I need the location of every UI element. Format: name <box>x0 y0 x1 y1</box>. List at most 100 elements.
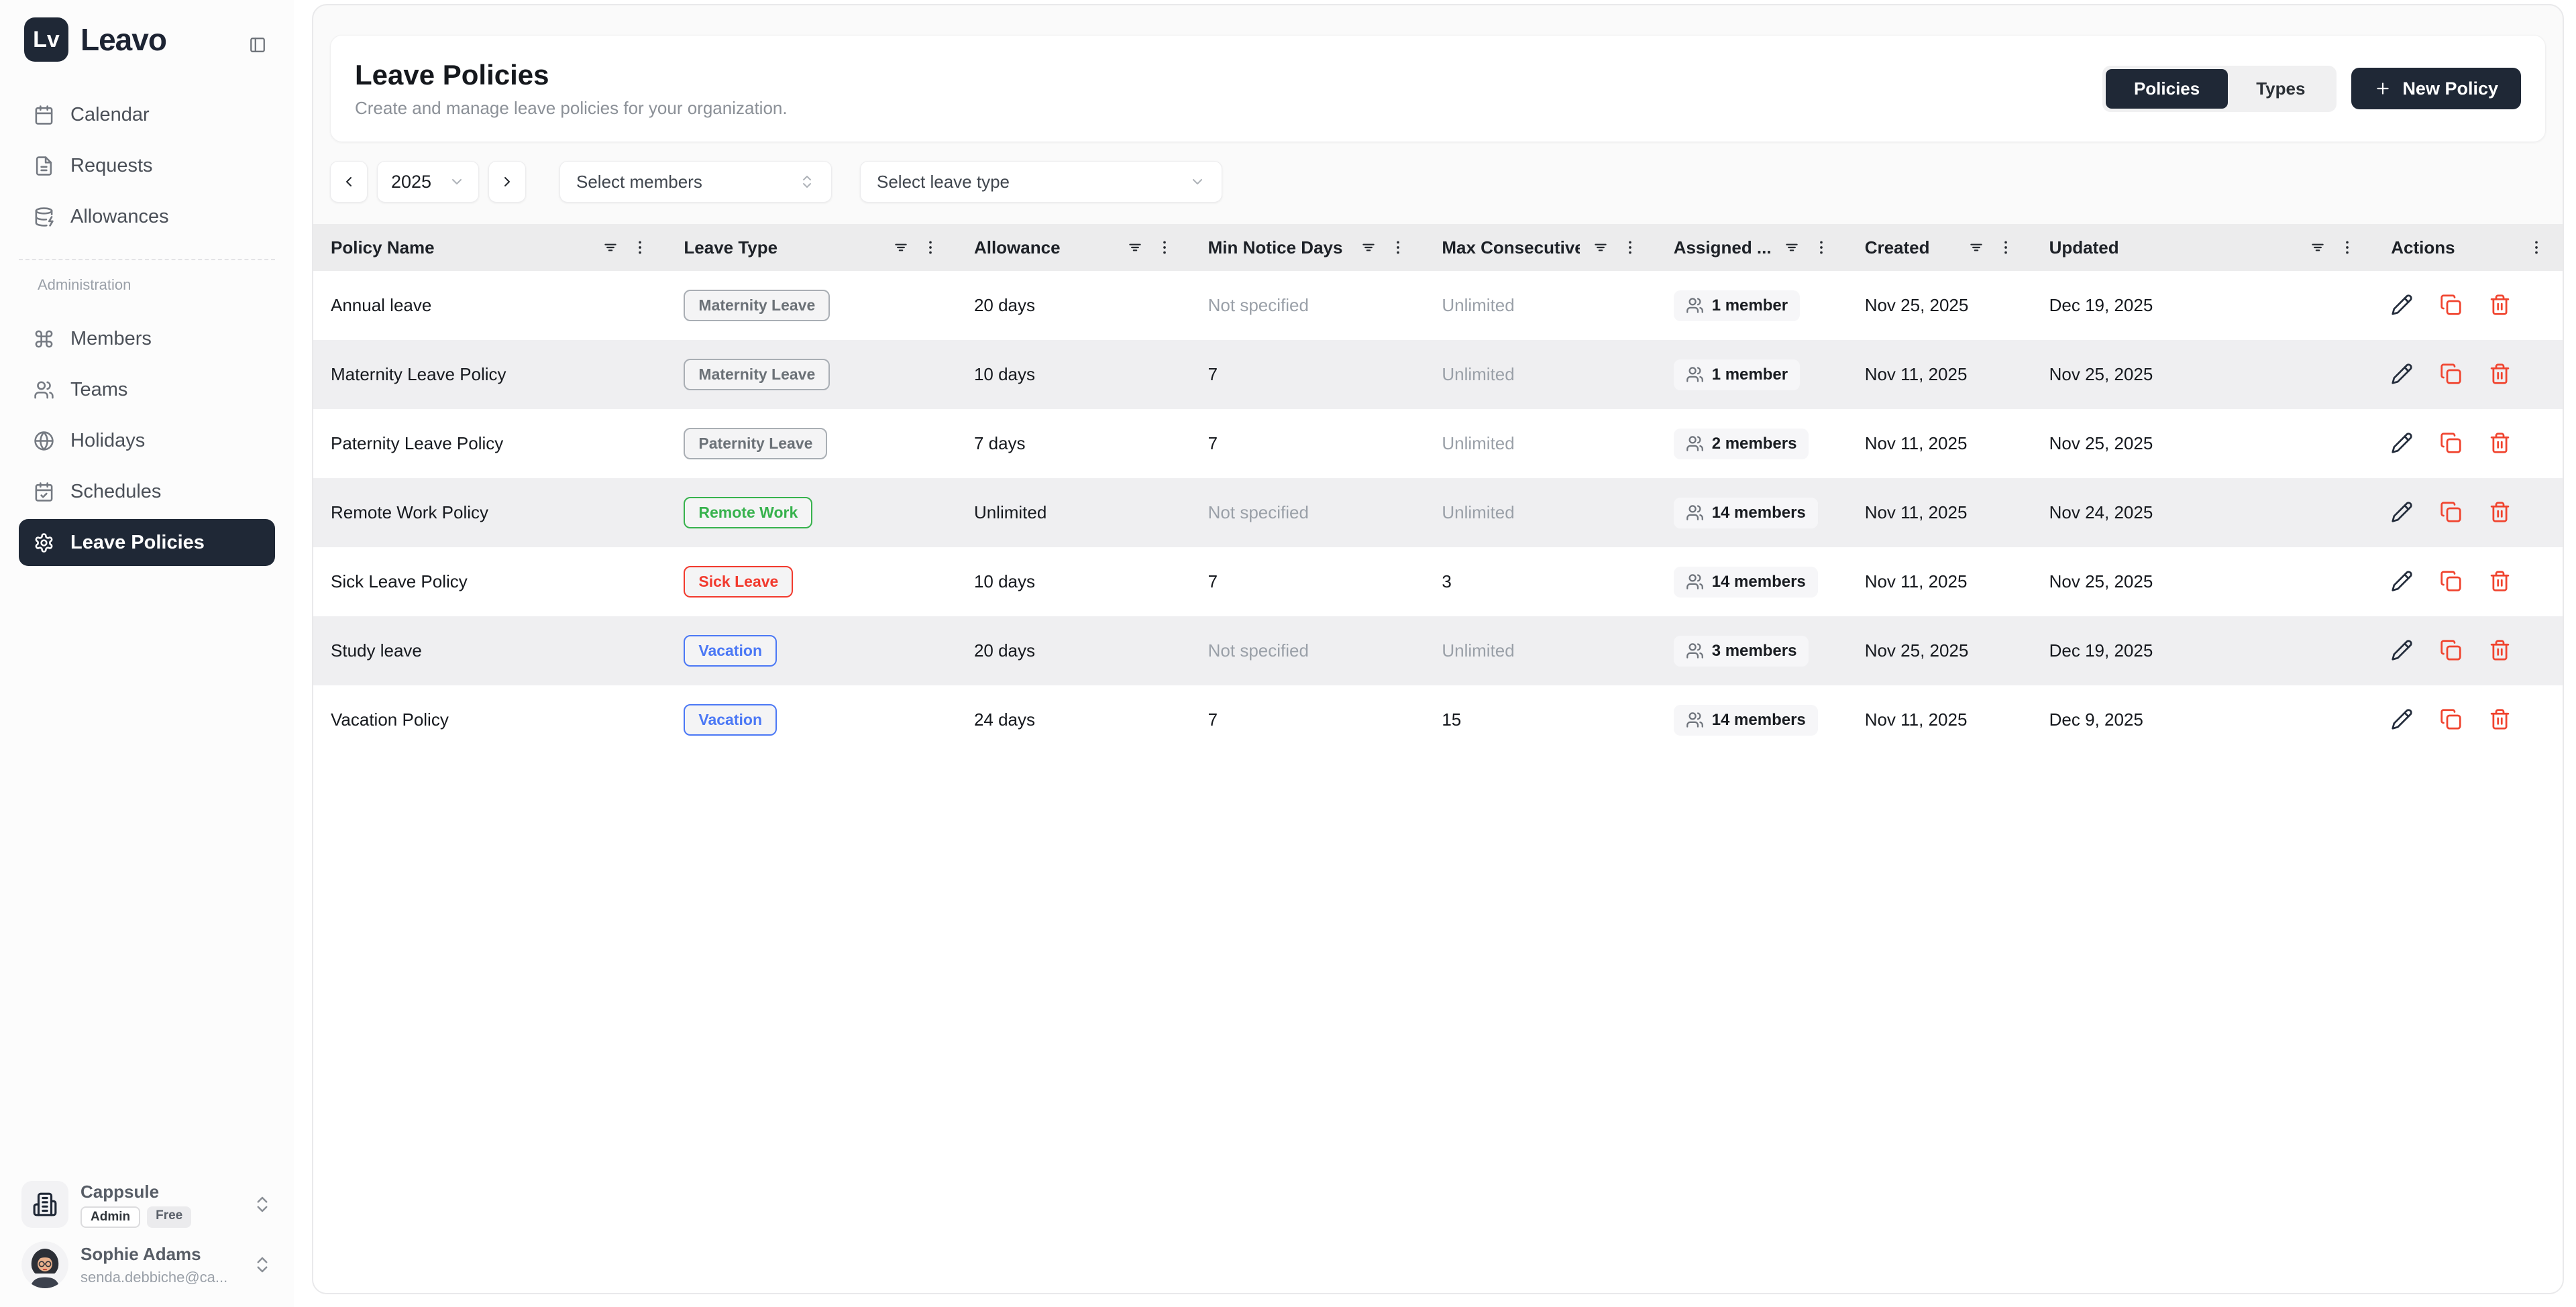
allowance-cell: 20 days <box>957 295 1191 316</box>
column-menu-kebab-icon[interactable] <box>2528 239 2545 256</box>
sidebar-item-leave-policies[interactable]: Leave Policies <box>19 519 275 566</box>
copy-icon <box>2440 639 2462 661</box>
assigned-cell: 14 members <box>1656 567 1847 598</box>
sidebar-item-members[interactable]: Members <box>19 315 275 362</box>
column-menu-kebab-icon[interactable] <box>1156 239 1173 256</box>
duplicate-policy-button[interactable] <box>2440 294 2462 318</box>
duplicate-policy-button[interactable] <box>2440 432 2462 456</box>
duplicate-policy-button[interactable] <box>2440 708 2462 732</box>
users-icon <box>1686 296 1704 315</box>
sidebar-collapse-button[interactable] <box>244 32 271 59</box>
assigned-members-badge[interactable]: 14 members <box>1674 705 1818 736</box>
filter-icon[interactable] <box>1592 239 1609 256</box>
filter-icon[interactable] <box>1126 239 1144 256</box>
delete-policy-button[interactable] <box>2489 432 2511 456</box>
column-menu-kebab-icon[interactable] <box>1389 239 1407 256</box>
sidebar-item-schedules[interactable]: Schedules <box>19 468 275 515</box>
table-row: Annual leaveMaternity Leave20 daysNot sp… <box>313 271 2563 340</box>
user-menu[interactable]: Sophie Adams senda.debbiche@ca... <box>17 1239 276 1291</box>
year-select[interactable]: 2025 <box>377 161 479 203</box>
sidebar-item-allowances[interactable]: Allowances <box>19 193 275 240</box>
sidebar-item-holidays[interactable]: Holidays <box>19 417 275 464</box>
column-menu-kebab-icon[interactable] <box>1813 239 1830 256</box>
avatar <box>21 1241 68 1288</box>
delete-policy-button[interactable] <box>2489 639 2511 663</box>
sidebar-item-teams[interactable]: Teams <box>19 366 275 413</box>
duplicate-policy-button[interactable] <box>2440 639 2462 663</box>
assigned-members-count: 1 member <box>1712 296 1788 315</box>
min-notice-cell: 7 <box>1191 709 1425 730</box>
leave-type-cell: Paternity Leave <box>666 428 957 459</box>
organization-switcher[interactable]: Cappsule Admin Free <box>17 1178 276 1231</box>
users-icon <box>1686 435 1704 453</box>
duplicate-policy-button[interactable] <box>2440 570 2462 594</box>
user-email: senda.debbiche@ca... <box>80 1269 227 1286</box>
edit-policy-button[interactable] <box>2391 708 2413 732</box>
column-menu-kebab-icon[interactable] <box>1621 239 1639 256</box>
delete-policy-button[interactable] <box>2489 363 2511 387</box>
created-cell: Nov 25, 2025 <box>1847 640 2032 661</box>
assigned-members-badge[interactable]: 3 members <box>1674 636 1809 667</box>
assigned-cell: 2 members <box>1656 429 1847 459</box>
tab-policies[interactable]: Policies <box>2106 69 2228 109</box>
leave-type-badge: Paternity Leave <box>684 428 827 459</box>
new-policy-button[interactable]: New Policy <box>2351 68 2521 109</box>
members-select[interactable]: Select members <box>559 161 832 203</box>
delete-policy-button[interactable] <box>2489 570 2511 594</box>
copy-icon <box>2440 501 2462 523</box>
filter-icon[interactable] <box>2309 239 2326 256</box>
edit-policy-button[interactable] <box>2391 501 2413 525</box>
edit-policy-button[interactable] <box>2391 570 2413 594</box>
filter-icon[interactable] <box>1360 239 1377 256</box>
assigned-members-badge[interactable]: 14 members <box>1674 498 1818 528</box>
delete-policy-button[interactable] <box>2489 501 2511 525</box>
users-icon <box>1686 365 1704 384</box>
actions-cell <box>2373 708 2563 732</box>
assigned-members-badge[interactable]: 1 member <box>1674 359 1800 390</box>
copy-icon <box>2440 363 2462 385</box>
column-menu-kebab-icon[interactable] <box>631 239 649 256</box>
assigned-members-badge[interactable]: 1 member <box>1674 290 1800 321</box>
trash-icon <box>2489 501 2511 523</box>
delete-policy-button[interactable] <box>2489 708 2511 732</box>
pencil-icon <box>2391 432 2413 454</box>
delete-policy-button[interactable] <box>2489 294 2511 318</box>
plus-icon <box>2374 80 2392 97</box>
edit-policy-button[interactable] <box>2391 639 2413 663</box>
edit-policy-button[interactable] <box>2391 363 2413 387</box>
assigned-members-badge[interactable]: 14 members <box>1674 567 1818 598</box>
updated-cell: Nov 25, 2025 <box>2032 433 2374 454</box>
actions-cell <box>2373 639 2563 663</box>
filter-icon[interactable] <box>1783 239 1801 256</box>
organization-badges: Admin Free <box>80 1206 191 1228</box>
created-cell: Nov 11, 2025 <box>1847 502 2032 523</box>
leave-type-select[interactable]: Select leave type <box>860 161 1222 203</box>
column-menu-kebab-icon[interactable] <box>922 239 939 256</box>
next-year-button[interactable] <box>488 161 526 203</box>
sidebar-item-label: Requests <box>70 155 153 177</box>
edit-policy-button[interactable] <box>2391 294 2413 318</box>
column-menu-kebab-icon[interactable] <box>1997 239 2015 256</box>
column-header-policy-name: Policy Name <box>313 224 666 271</box>
duplicate-policy-button[interactable] <box>2440 501 2462 525</box>
chevrons-up-down-icon <box>252 1255 272 1275</box>
filter-icon[interactable] <box>602 239 619 256</box>
updated-cell: Nov 25, 2025 <box>2032 364 2374 385</box>
previous-year-button[interactable] <box>330 161 368 203</box>
updated-cell: Nov 24, 2025 <box>2032 502 2374 523</box>
duplicate-policy-button[interactable] <box>2440 363 2462 387</box>
tab-types[interactable]: Types <box>2228 69 2333 109</box>
sidebar-item-requests[interactable]: Requests <box>19 142 275 189</box>
chevron-left-icon <box>341 174 357 190</box>
pencil-icon <box>2391 294 2413 316</box>
users-icon <box>1686 504 1704 522</box>
leave-type-select-placeholder: Select leave type <box>877 172 1010 192</box>
assigned-members-badge[interactable]: 2 members <box>1674 429 1809 459</box>
filter-icon[interactable] <box>892 239 910 256</box>
column-menu-kebab-icon[interactable] <box>2339 239 2356 256</box>
edit-policy-button[interactable] <box>2391 432 2413 456</box>
actions-cell <box>2373 432 2563 456</box>
filter-icon[interactable] <box>1968 239 1985 256</box>
filter-bar: 2025 Select members Select leave type <box>330 161 2546 203</box>
sidebar-item-calendar[interactable]: Calendar <box>19 91 275 138</box>
